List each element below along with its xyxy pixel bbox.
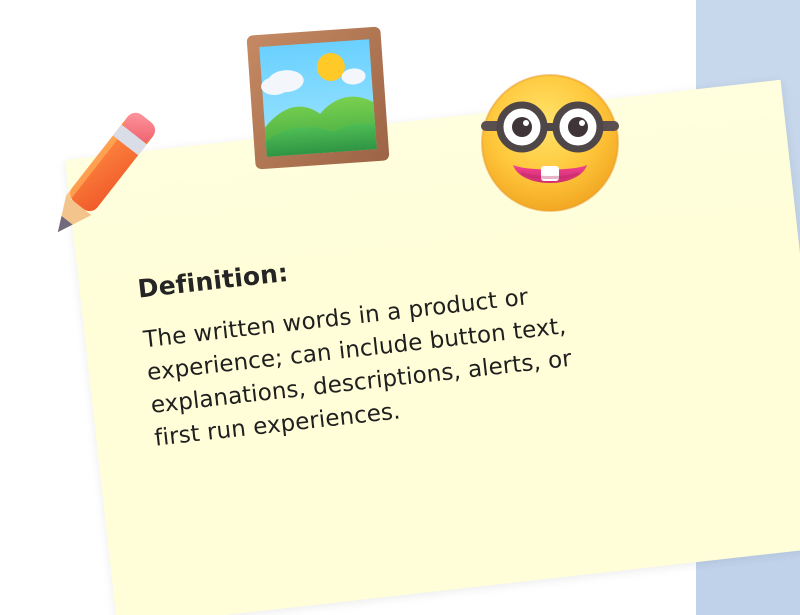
framed-picture-icon [246, 26, 390, 170]
nerd-face-icon [481, 74, 619, 212]
definition-title: Definition: [136, 257, 290, 304]
pencil-icon [57, 112, 156, 233]
illustration-scene: Definition: The written words in a produ… [0, 0, 800, 615]
